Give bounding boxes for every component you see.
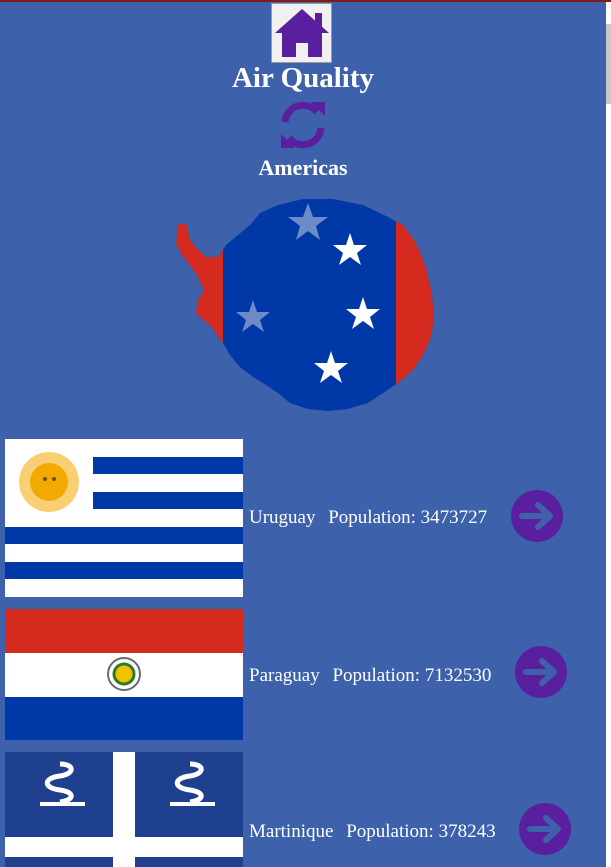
- page-title: Air Quality: [231, 62, 375, 94]
- country-info: Paraguay Population: 7132530: [249, 665, 491, 687]
- country-name: Martinique: [249, 821, 334, 842]
- top-border: [0, 0, 611, 2]
- paraguay-flag: [5, 609, 243, 740]
- scrollbar-thumb[interactable]: [606, 24, 611, 104]
- population-value: 7132530: [424, 665, 492, 686]
- refresh-icon[interactable]: [277, 100, 329, 150]
- region-title: Americas: [258, 155, 348, 180]
- scrollbar[interactable]: [606, 2, 611, 867]
- population-label: Population:: [332, 665, 421, 686]
- arrow-right-icon[interactable]: [510, 489, 564, 543]
- population-value: 3473727: [420, 507, 488, 528]
- list-item: Martinique Population: 378243: [5, 752, 605, 867]
- country-name: Paraguay: [249, 665, 320, 686]
- population-value: 378243: [438, 821, 496, 842]
- population-label: Population:: [328, 507, 416, 528]
- country-name: Uruguay: [249, 507, 316, 528]
- uruguay-flag: [5, 439, 243, 597]
- list-item: Uruguay Population: 3473727: [5, 439, 605, 597]
- martinique-flag: [5, 752, 243, 867]
- population-label: Population:: [346, 821, 434, 842]
- list-item: Paraguay Population: 7132530: [5, 609, 605, 740]
- arrow-right-icon[interactable]: [514, 645, 568, 699]
- antarctica-flag-map: [176, 199, 434, 411]
- arrow-right-icon[interactable]: [518, 802, 572, 856]
- country-info: Martinique Population: 378243: [249, 821, 496, 843]
- home-icon: [274, 9, 329, 57]
- home-button[interactable]: [271, 3, 332, 63]
- country-info: Uruguay Population: 3473727: [249, 507, 487, 529]
